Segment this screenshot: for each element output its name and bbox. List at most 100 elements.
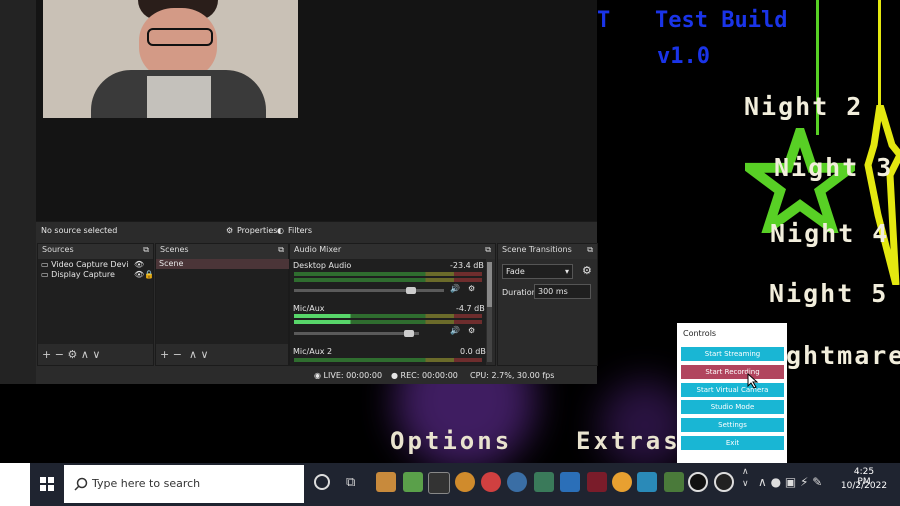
remove-icon[interactable]: − (55, 348, 64, 361)
windows-start-icon[interactable] (40, 477, 54, 491)
properties-button[interactable]: Properties (237, 226, 277, 235)
volume-slider[interactable] (294, 287, 444, 294)
add-icon[interactable]: + (160, 348, 169, 361)
audio-meter (294, 314, 482, 318)
studio-mode-button[interactable]: Studio Mode (681, 400, 784, 414)
settings-button[interactable]: Settings (681, 418, 784, 432)
unreal-icon[interactable] (714, 472, 734, 492)
no-source-label: No source selected (41, 226, 118, 235)
add-icon[interactable]: + (42, 348, 51, 361)
search-placeholder: Type here to search (92, 477, 201, 490)
app-icon[interactable] (534, 472, 554, 492)
volume-slider[interactable] (294, 330, 419, 337)
nightmare-label[interactable]: ghtmare (786, 341, 900, 370)
slider-knob[interactable] (404, 330, 414, 337)
audio-meter (294, 272, 482, 276)
undock-icon[interactable]: ⧉ (278, 245, 284, 255)
controls-title: Controls (683, 329, 717, 338)
sources-toolbar: + − ⚙ ∧ ∨ (42, 348, 100, 361)
start-virtual-camera-button[interactable]: Start Virtual Camera (681, 383, 784, 397)
mixer-scrollbar[interactable] (487, 262, 492, 362)
search-icon (74, 477, 88, 491)
lock-icon[interactable]: 🔒 (144, 270, 154, 279)
app-icon[interactable] (637, 472, 657, 492)
tray-icons[interactable]: ∧ ● ▣ ⚡ ✎ (758, 475, 822, 489)
taskbar-search-box[interactable]: Type here to search (64, 465, 304, 503)
app-icon[interactable] (664, 472, 684, 492)
move-up-icon[interactable]: ∧ (189, 348, 197, 361)
app-icon[interactable] (376, 472, 396, 492)
duration-input[interactable]: 300 ms (534, 284, 591, 299)
slider-knob[interactable] (406, 287, 416, 294)
app-icon[interactable] (481, 472, 501, 492)
audio-meter (294, 278, 482, 282)
properties-gear-icon[interactable]: ⚙ (226, 226, 233, 235)
channel-name: Mic/Aux 2 (293, 347, 333, 356)
visibility-eye-icon[interactable]: 👁 (134, 270, 144, 279)
app-icon[interactable] (428, 472, 450, 494)
mixer-title: Audio Mixer (294, 245, 342, 254)
app-icon[interactable] (560, 472, 580, 492)
undock-icon[interactable]: ⧉ (485, 245, 491, 255)
obs-icon[interactable] (688, 472, 708, 492)
scenes-toolbar: + − ∧ ∨ (160, 348, 209, 361)
sources-title: Sources (42, 245, 74, 254)
nested-taskbar (141, 194, 506, 208)
source-item[interactable]: ▭ Display Capture (41, 270, 115, 279)
speaker-icon[interactable]: 🔊 (450, 326, 460, 335)
visibility-eye-icon[interactable]: 👁 (134, 260, 144, 269)
undock-icon[interactable]: ⧉ (587, 245, 593, 255)
app-icon[interactable] (587, 472, 607, 492)
move-up-icon[interactable]: ∧ (81, 348, 89, 361)
clock-date[interactable]: 10/2/2022 (838, 481, 890, 491)
app-icon[interactable] (612, 472, 632, 492)
filters-button[interactable]: Filters (288, 226, 312, 235)
gear-icon[interactable]: ⚙ (468, 284, 475, 293)
star-string (878, 0, 881, 115)
app-icon[interactable] (403, 472, 423, 492)
undock-icon[interactable]: ⧉ (143, 245, 149, 255)
transitions-title: Scene Transitions (502, 245, 572, 254)
extras-label[interactable]: Extras (576, 427, 681, 455)
scenes-title: Scenes (160, 245, 189, 254)
speaker-icon[interactable]: 🔊 (450, 284, 460, 293)
night-3-label[interactable]: Night 3 (774, 153, 893, 182)
app-icon[interactable] (507, 472, 527, 492)
gear-icon[interactable]: ⚙ (468, 326, 475, 335)
scene-transitions-panel: Scene Transitions ⧉ Fade ▾ ⚙ Duration 300 … (497, 243, 598, 366)
start-streaming-button[interactable]: Start Streaming (681, 347, 784, 361)
scene-item[interactable]: Scene (156, 259, 289, 269)
start-recording-button[interactable]: Start Recording (681, 365, 784, 379)
rec-status: ● REC: 00:00:00 (391, 371, 458, 380)
options-label[interactable]: Options (390, 427, 512, 455)
gear-icon[interactable]: ⚙ (582, 264, 592, 277)
filters-icon[interactable]: ◐ (277, 226, 284, 235)
source-item[interactable]: ▭ Video Capture Devi (41, 260, 128, 269)
cortana-icon[interactable] (314, 474, 330, 490)
app-icon[interactable] (455, 472, 475, 492)
move-down-icon[interactable]: ∨ (201, 348, 209, 361)
windows-taskbar: Type here to search ⧉ ∧ ∨ ∧ ● ▣ ⚡ ✎ 4:25 … (0, 463, 900, 506)
exit-button[interactable]: Exit (681, 436, 784, 450)
channel-db: -23.4 dB (450, 261, 484, 270)
remove-icon[interactable]: − (173, 348, 182, 361)
audio-mixer-panel: Audio Mixer ⧉ Desktop Audio -23.4 dB 🔊 ⚙ … (289, 243, 496, 366)
audio-meter (294, 358, 482, 362)
night-4-label[interactable]: Night 4 (770, 219, 889, 248)
channel-name: Desktop Audio (293, 261, 352, 270)
gear-icon[interactable]: ⚙ (67, 348, 77, 361)
channel-name: Mic/Aux (293, 304, 325, 313)
scenes-panel: Scenes ⧉ Scene + − ∧ ∨ (155, 243, 289, 366)
obs-preview (36, 0, 597, 221)
controls-dialog: Controls Start Streaming Start Recording… (677, 323, 787, 463)
tray-chevron-icon[interactable]: ∧ ∨ (742, 466, 749, 490)
night-2-label[interactable]: Night 2 (744, 92, 863, 121)
glasses (147, 28, 213, 46)
night-5-label[interactable]: Night 5 (769, 279, 888, 308)
cpu-status: CPU: 2.7%, 30.00 fps (470, 371, 555, 380)
task-view-icon[interactable]: ⧉ (346, 475, 355, 490)
move-down-icon[interactable]: ∨ (92, 348, 100, 361)
transition-select[interactable]: Fade ▾ (502, 264, 573, 279)
webcam-feed (43, 0, 298, 118)
yellow-star-icon (864, 105, 900, 285)
